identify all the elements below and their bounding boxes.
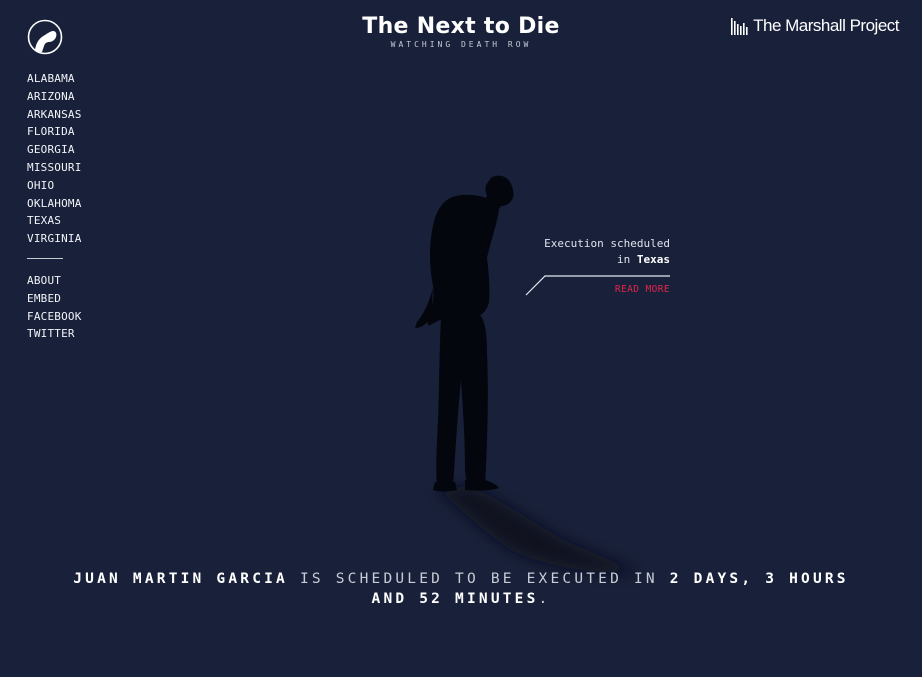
inmate-name[interactable]: JUAN MARTIN GARCIA (73, 571, 288, 587)
countdown-middle-text: IS SCHEDULED TO BE EXECUTED IN (299, 571, 658, 587)
figure-body (415, 175, 514, 492)
nav-facebook[interactable]: FACEBOOK (27, 308, 82, 326)
nav-divider (27, 258, 63, 259)
page: ALABAMA ARIZONA ARKANSAS FLORIDA GEORGIA… (0, 0, 922, 677)
execution-countdown: JUAN MARTIN GARCIA IS SCHEDULED TO BE EX… (55, 569, 867, 609)
marshall-project-bars-icon (731, 17, 748, 35)
read-more-link[interactable]: READ MORE (615, 284, 670, 295)
figure-shadow (435, 486, 640, 573)
brand-link[interactable]: The Marshall Project (731, 16, 899, 36)
nav-texas[interactable]: TEXAS (27, 212, 82, 230)
nav-ohio[interactable]: OHIO (27, 177, 82, 195)
nav-florida[interactable]: FLORIDA (27, 123, 82, 141)
bowed-man-silhouette (415, 175, 640, 573)
nav-virginia[interactable]: VIRGINIA (27, 230, 82, 248)
countdown-end: . (538, 591, 551, 607)
nav-twitter[interactable]: TWITTER (27, 325, 82, 343)
callout-prefix: in (617, 253, 631, 266)
callout-state: Texas (636, 253, 670, 266)
nav-about[interactable]: ABOUT (27, 272, 82, 290)
callout-text: Execution scheduled (544, 237, 670, 250)
nav-arizona[interactable]: ARIZONA (27, 88, 82, 106)
callout-location: in Texas (544, 252, 670, 268)
nav-embed[interactable]: EMBED (27, 290, 82, 308)
nav-oklahoma[interactable]: OKLAHOMA (27, 195, 82, 213)
brand-name: The Marshall Project (753, 16, 899, 35)
nav-missouri[interactable]: MISSOURI (27, 159, 82, 177)
state-nav: ALABAMA ARIZONA ARKANSAS FLORIDA GEORGIA… (27, 70, 82, 248)
secondary-nav: ABOUT EMBED FACEBOOK TWITTER (27, 272, 82, 343)
nav-arkansas[interactable]: ARKANSAS (27, 106, 82, 124)
execution-callout: Execution scheduled in Texas (544, 236, 670, 268)
nav-alabama[interactable]: ALABAMA (27, 70, 82, 88)
nav-georgia[interactable]: GEORGIA (27, 141, 82, 159)
page-subtitle: WATCHING DEATH ROW (390, 40, 532, 49)
